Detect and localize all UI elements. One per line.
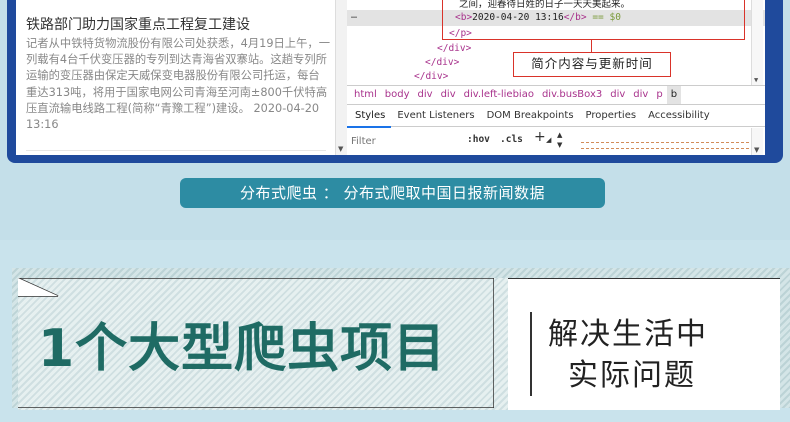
styles-scrollbar[interactable]: ▼: [751, 128, 763, 155]
annotation-label: 简介内容与更新时间: [513, 52, 671, 77]
banner-subtitle-line2: 实际问题: [568, 358, 696, 393]
breadcrumb-div[interactable]: div: [437, 86, 460, 104]
styles-filter-bar: :hov .cls + ◢ ▲▼ ▼: [347, 128, 765, 155]
tab-styles[interactable]: Styles: [347, 106, 392, 128]
tab-accessibility[interactable]: Accessibility: [642, 106, 716, 126]
annotation-connector: [591, 39, 592, 52]
breadcrumb-html[interactable]: html: [347, 86, 381, 104]
tab-properties[interactable]: Properties: [580, 106, 643, 126]
caption-banner: 分布式爬虫 ： 分布式爬取中国日报新闻数据: [180, 178, 605, 208]
ellipsis-icon[interactable]: …: [351, 10, 357, 21]
breadcrumb-div[interactable]: div: [629, 86, 652, 104]
breadcrumb-b[interactable]: b: [666, 86, 682, 104]
banner-subtitle-line1: 解决生活中: [548, 317, 708, 352]
banner-title: 1个大型爬虫项目: [38, 319, 447, 379]
cls-toggle[interactable]: .cls: [500, 134, 523, 145]
code-line-div-close-2[interactable]: </div>: [425, 57, 459, 68]
box-model-preview: [581, 142, 749, 149]
scroll-down-icon[interactable]: ▼: [754, 76, 758, 84]
styles-filter-input[interactable]: [351, 133, 461, 149]
annotation-highlight-box: [442, 0, 745, 40]
code-line-div-close-3[interactable]: </div>: [414, 71, 448, 82]
elements-scrollbar[interactable]: ▼: [751, 0, 763, 85]
breadcrumb-div[interactable]: div: [414, 86, 437, 104]
scroll-down-icon[interactable]: ▼: [754, 146, 759, 154]
news-divider: [26, 150, 326, 151]
up-down-arrows-icon[interactable]: ▲ ▼: [557, 130, 567, 150]
tab-dom-breakpoints[interactable]: DOM Breakpoints: [481, 106, 580, 126]
scroll-down-icon[interactable]: ▼: [338, 145, 343, 153]
devtools-panel: … 之间，迎春待日姓的日子一天天美起来。 <b>2020-04-20 13:16…: [347, 0, 765, 155]
breadcrumb-div[interactable]: div: [606, 86, 629, 104]
dom-breadcrumb: html body div div div.left-liebiao div.busBox…: [347, 85, 765, 105]
hov-toggle[interactable]: :hov: [467, 134, 490, 145]
news-scrollbar[interactable]: ▼: [335, 0, 347, 155]
news-panel: 铁路部门助力国家重点工程复工建设 记者从中铁特货物流股份有限公司处获悉，4月19…: [16, 0, 335, 155]
breadcrumb-left-liebiao[interactable]: div.left-liebiao: [460, 86, 538, 104]
devtools-tabs: Styles Event Listeners DOM Breakpoints Prop…: [347, 106, 765, 128]
news-body: 记者从中铁特货物流股份有限公司处获悉，4月19日上午，一列载有4台千伏变压器的专…: [26, 36, 331, 133]
breadcrumb-busbox3[interactable]: div.busBox3: [538, 86, 606, 104]
corner-triangle-icon[interactable]: ◢: [546, 136, 551, 144]
breadcrumb-p[interactable]: p: [652, 86, 666, 104]
code-line-div-close-1[interactable]: </div>: [437, 43, 471, 54]
breadcrumb-body[interactable]: body: [381, 86, 414, 104]
new-rule-button[interactable]: +: [534, 129, 546, 145]
banner-divider: [530, 312, 532, 396]
tab-event-listeners[interactable]: Event Listeners: [391, 106, 480, 126]
news-title[interactable]: 铁路部门助力国家重点工程复工建设: [26, 14, 250, 34]
